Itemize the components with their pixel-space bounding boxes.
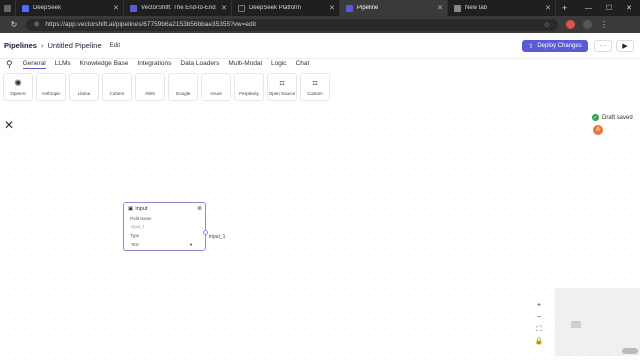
close-window-icon[interactable]: ✕ xyxy=(626,4,632,12)
tab-general[interactable]: General xyxy=(22,60,46,69)
share-button[interactable]: ⋯ xyxy=(594,40,612,52)
input-node[interactable]: ▣ Input ⊗ Field Name input_1 Type Text ▼ xyxy=(123,202,206,251)
breadcrumb-pipelines[interactable]: Pipelines xyxy=(4,41,37,50)
new-tab-button[interactable]: + xyxy=(556,0,573,16)
browser-menu-tab[interactable] xyxy=(0,0,16,16)
close-icon[interactable]: ✕ xyxy=(545,4,551,12)
pipeline-canvas[interactable] xyxy=(0,104,640,360)
vectorshift-icon xyxy=(346,4,353,12)
minimap[interactable] xyxy=(555,288,640,356)
tab-search-icon xyxy=(4,4,11,12)
avatar[interactable]: A xyxy=(593,125,603,135)
bookmark-star-icon[interactable]: ☆ xyxy=(544,21,550,29)
close-panel-icon[interactable]: ✕ xyxy=(4,118,14,132)
minimize-icon[interactable]: — xyxy=(585,5,592,12)
output-handle-label: input_1 xyxy=(209,234,226,240)
llm-node-list: ✺ OpenAI Anthropic Llama Cohere AWS Googl… xyxy=(3,73,330,101)
llm-card-custom[interactable]: ⌗ Custom xyxy=(300,73,330,101)
zoom-controls: + − ⛶ 🔒 xyxy=(534,302,544,345)
deploy-icon: ⇪ xyxy=(528,43,534,50)
tab-chat[interactable]: Chat xyxy=(296,60,310,68)
browser-tab-deepseek[interactable]: DeepSeek ✕ xyxy=(16,0,124,16)
close-icon[interactable]: ✕ xyxy=(221,4,227,12)
browser-tab-pipeline[interactable]: Pipeline ✕ xyxy=(340,0,448,16)
lock-icon[interactable]: 🔒 xyxy=(534,338,544,345)
llm-card-google[interactable]: Google xyxy=(168,73,198,101)
node-category-tabs: ⚲ General LLMs Knowledge Base Integratio… xyxy=(0,58,640,70)
type-label: Type xyxy=(130,233,140,238)
minimap-node xyxy=(571,321,581,328)
address-bar: ↻ ⚙ https://app.vectorshift.ai/pipelines… xyxy=(0,16,640,33)
chevron-down-icon: ▼ xyxy=(189,241,193,247)
llm-card-azure[interactable]: Azure xyxy=(201,73,231,101)
crop-icon: ⌗ xyxy=(312,78,318,88)
deploy-changes-button[interactable]: ⇪ Deploy Changes xyxy=(522,40,588,52)
output-handle[interactable] xyxy=(203,230,208,235)
reload-icon[interactable]: ↻ xyxy=(6,20,22,29)
llm-card-llama[interactable]: Llama xyxy=(69,73,99,101)
tab-logic[interactable]: Logic xyxy=(271,60,287,68)
breadcrumb-separator: › xyxy=(40,41,44,50)
pipeline-title: Untitled Pipeline xyxy=(47,41,102,50)
window-controls: — ☐ ✕ xyxy=(585,0,640,16)
deepseek-platform-icon xyxy=(238,4,245,12)
field-name-label: Field Name xyxy=(130,216,152,221)
node-header: ▣ Input xyxy=(128,206,148,212)
close-icon[interactable]: ✕ xyxy=(437,4,443,12)
zoom-out-icon[interactable]: − xyxy=(534,314,544,321)
search-icon[interactable]: ⚲ xyxy=(6,59,13,70)
deepseek-icon xyxy=(22,4,29,12)
type-select[interactable]: Text ▼ xyxy=(129,240,201,248)
llm-card-aws[interactable]: AWS xyxy=(135,73,165,101)
edit-button[interactable]: Edit xyxy=(110,43,120,49)
tab-llms[interactable]: LLMs xyxy=(55,60,71,68)
llm-card-cohere[interactable]: Cohere xyxy=(102,73,132,101)
vectorshift-icon xyxy=(130,4,137,12)
close-icon[interactable]: ✕ xyxy=(113,4,119,12)
azure-icon xyxy=(211,78,221,88)
run-button[interactable]: ▶ xyxy=(616,40,634,52)
url-input[interactable]: ⚙ https://app.vectorshift.ai/pipelines/6… xyxy=(26,18,558,31)
google-icon xyxy=(178,78,188,88)
extension-icon[interactable] xyxy=(566,20,575,29)
crop-icon: ⌗ xyxy=(279,78,285,88)
openai-icon: ✺ xyxy=(14,78,22,88)
maximize-icon[interactable]: ☐ xyxy=(606,4,612,12)
llm-card-perplexity[interactable]: Perplexity xyxy=(234,73,264,101)
app-header: Pipelines › Untitled Pipeline Edit ⇪ Dep… xyxy=(0,33,640,59)
close-icon[interactable]: ✕ xyxy=(329,4,335,12)
profile-icon[interactable] xyxy=(583,20,592,29)
tab-knowledge-base[interactable]: Knowledge Base xyxy=(80,60,129,68)
input-node-icon: ▣ xyxy=(128,206,134,212)
tab-data-loaders[interactable]: Data Loaders xyxy=(180,60,219,68)
tab-multi-modal[interactable]: Multi-Modal xyxy=(228,60,262,68)
browser-tab-deepseek-platform[interactable]: DeepSeek Platform ✕ xyxy=(232,0,340,16)
cohere-icon xyxy=(112,78,122,88)
llm-card-open-source[interactable]: ⌗ Open Source xyxy=(267,73,297,101)
llm-card-anthropic[interactable]: Anthropic xyxy=(36,73,66,101)
perplexity-icon xyxy=(244,78,254,88)
browser-tab-bar: DeepSeek ✕ VectorShift: The End-to-End A… xyxy=(0,0,640,16)
minimap-badge xyxy=(622,348,638,354)
site-info-icon[interactable]: ⚙ xyxy=(34,21,39,28)
field-name-input[interactable]: input_1 xyxy=(131,224,145,229)
browser-tab-new-tab[interactable]: New tab ✕ xyxy=(448,0,556,16)
share-icon: ⋯ xyxy=(599,43,607,50)
aws-icon xyxy=(145,78,155,88)
zoom-in-icon[interactable]: + xyxy=(534,302,544,309)
browser-tab-vectorshift[interactable]: VectorShift: The End-to-End AI Au ✕ xyxy=(124,0,232,16)
draft-status: ✓ Draft saved xyxy=(592,114,633,121)
browser-menu-icon[interactable]: ⋮ xyxy=(600,20,608,29)
check-icon: ✓ xyxy=(592,114,599,121)
llama-icon xyxy=(79,78,89,88)
node-close-icon[interactable]: ⊗ xyxy=(197,205,202,212)
play-icon: ▶ xyxy=(622,43,628,50)
llm-card-openai[interactable]: ✺ OpenAI xyxy=(3,73,33,101)
fit-view-icon[interactable]: ⛶ xyxy=(534,326,544,333)
new-tab-icon xyxy=(454,4,461,12)
tab-integrations[interactable]: Integrations xyxy=(137,60,171,68)
anthropic-icon xyxy=(46,78,56,88)
